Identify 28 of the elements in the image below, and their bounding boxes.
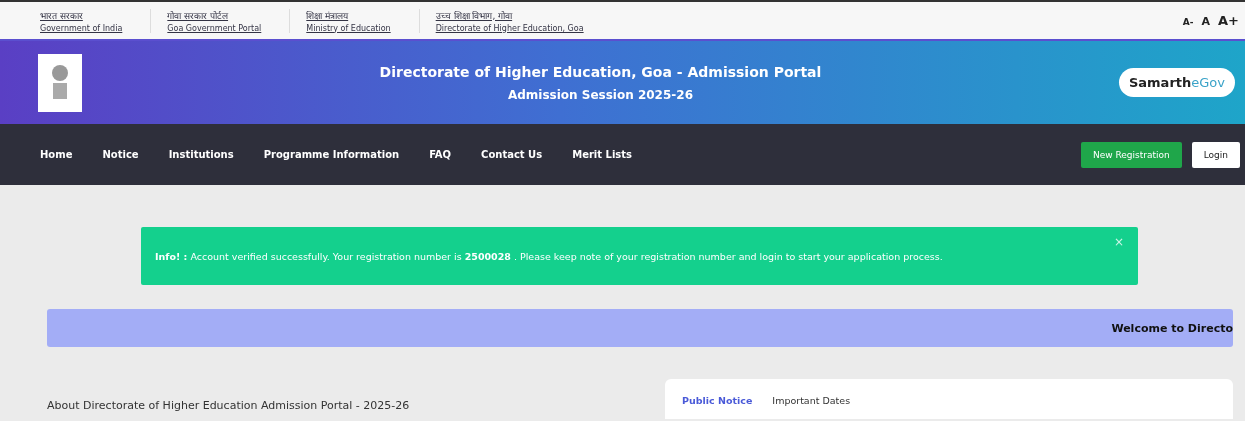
font-size-button[interactable]: A bbox=[1201, 15, 1211, 28]
font-size-button[interactable]: A+ bbox=[1218, 13, 1239, 28]
session-subtitle: Admission Session 2025-26 bbox=[507, 87, 693, 102]
notice-tab[interactable]: Public Notice bbox=[682, 395, 753, 419]
nav-link[interactable]: Merit Lists bbox=[572, 149, 633, 160]
hindi-link[interactable]: भारत सरकार bbox=[40, 8, 123, 22]
notice-tab[interactable]: Important Dates bbox=[772, 395, 851, 419]
about-heading: About Directorate of Higher Education Admission Portal - 2025-26 bbox=[47, 399, 410, 412]
hindi-link[interactable]: शिक्षा मंत्रालय bbox=[306, 8, 391, 22]
marquee-text: Welcome to Directo bbox=[1111, 321, 1233, 335]
nav-link[interactable]: FAQ bbox=[429, 149, 452, 160]
emblem-logo bbox=[38, 53, 82, 112]
english-link[interactable]: Directorate of Higher Education, Goa bbox=[435, 23, 584, 33]
nav-link[interactable]: Home bbox=[40, 149, 73, 160]
alert-message: Info! : Account verified successfully. Your registration number is 2500028 . Please keep note of your registration number and login to start your application process. bbox=[155, 250, 944, 262]
english-link[interactable]: Government of India bbox=[40, 23, 123, 33]
portal-title: Directorate of Higher Education, Goa - Admission Portal bbox=[379, 63, 822, 80]
english-link[interactable]: Ministry of Education bbox=[306, 23, 391, 33]
brand-logo[interactable]: SamartheGov bbox=[1118, 68, 1235, 97]
english-link[interactable]: Goa Government Portal bbox=[167, 23, 262, 33]
font-size-button[interactable]: A- bbox=[1182, 17, 1194, 27]
hindi-link[interactable]: उच्च शिक्षा विभाग, गोवा bbox=[435, 8, 584, 22]
nav-link[interactable]: Notice bbox=[102, 149, 139, 160]
nav-link[interactable]: Institutions bbox=[168, 149, 234, 160]
hindi-link[interactable]: गोवा सरकार पोर्टल bbox=[167, 8, 262, 22]
nav-link[interactable]: Programme Information bbox=[263, 149, 400, 160]
login-button[interactable]: Login bbox=[1191, 141, 1240, 168]
nav-link[interactable]: Contact Us bbox=[481, 149, 543, 160]
